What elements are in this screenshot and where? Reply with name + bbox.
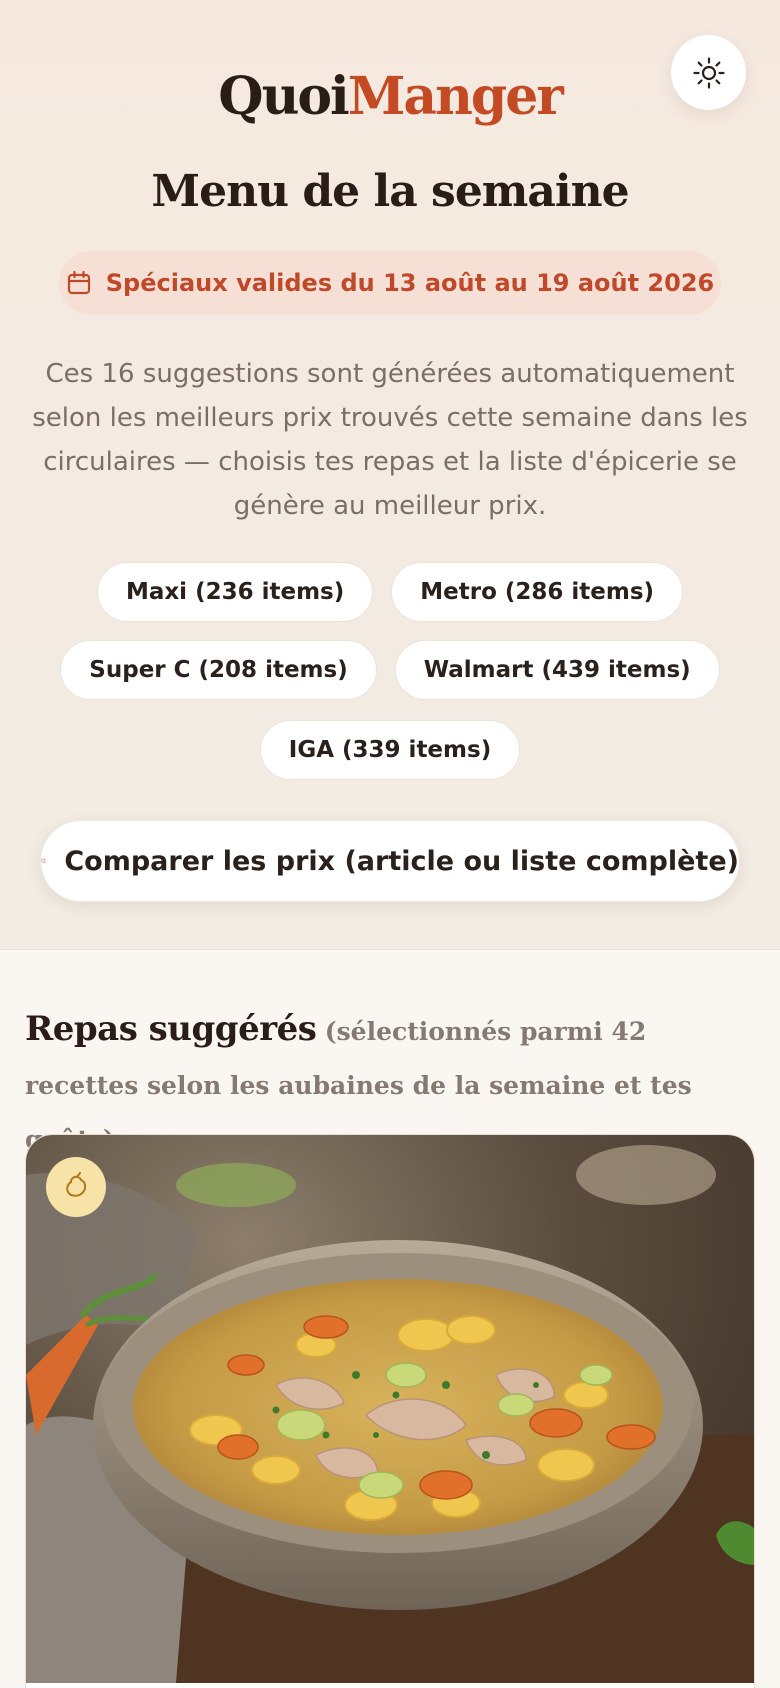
store-chip-super-c[interactable]: Super C (208 items): [60, 640, 377, 700]
store-chip-row-3: IGA (339 items): [0, 720, 780, 780]
store-chip-maxi[interactable]: Maxi (236 items): [96, 562, 374, 622]
store-chip-row-2: Super C (208 items) Walmart (439 items): [0, 640, 780, 700]
logo-text-part1: Quoi: [218, 66, 350, 127]
store-chip-walmart[interactable]: Walmart (439 items): [394, 640, 720, 700]
app-logo[interactable]: QuoiManger: [0, 62, 780, 132]
recipe-image: [26, 1135, 754, 1683]
store-chip-iga[interactable]: IGA (339 items): [259, 720, 521, 780]
intro-description: Ces 16 suggestions sont générées automat…: [32, 359, 748, 521]
logo-text-part2: Manger: [347, 66, 564, 127]
chicken-leg-icon: [46, 1157, 106, 1217]
calendar-icon: [67, 270, 90, 295]
recipe-card[interactable]: [25, 1134, 755, 1688]
compare-prices-label: Comparer les prix (article ou liste comp…: [64, 845, 739, 877]
validity-date-badge: Spéciaux valides du 13 août au 19 août 2…: [59, 251, 721, 315]
page-title: Menu de la semaine: [151, 166, 629, 217]
store-chip-row-1: Maxi (236 items) Metro (286 items): [0, 562, 780, 622]
search-icon: [41, 858, 47, 864]
section-title: Repas suggérés: [25, 1009, 317, 1049]
validity-date-text: Spéciaux valides du 13 août au 19 août 2…: [105, 269, 715, 297]
compare-prices-button[interactable]: Comparer les prix (article ou liste comp…: [40, 820, 740, 902]
store-chip-metro[interactable]: Metro (286 items): [391, 562, 684, 622]
